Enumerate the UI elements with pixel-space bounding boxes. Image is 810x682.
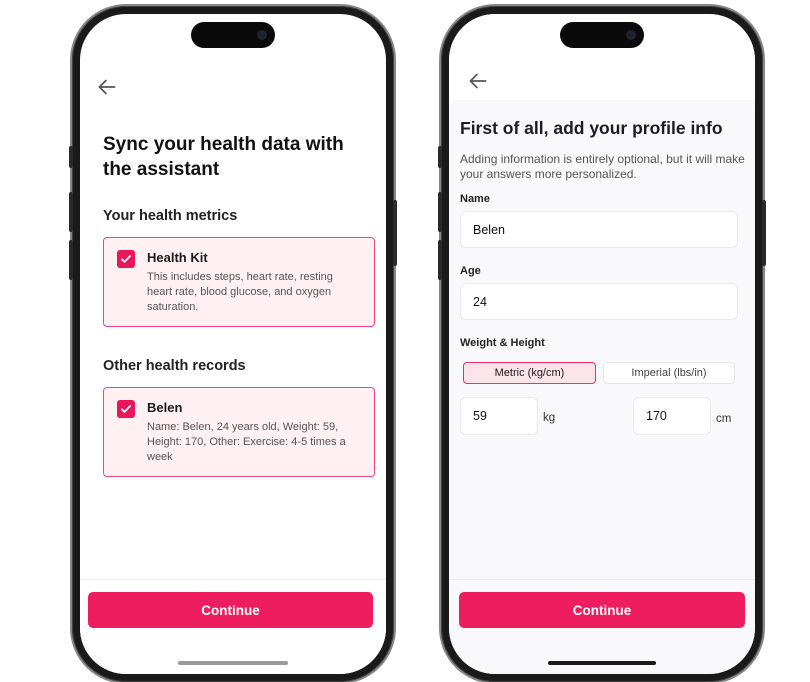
health-record-card[interactable]: Belen Name: Belen, 24 years old, Weight:… bbox=[103, 387, 375, 477]
screen-profile-info: First of all, add your profile info Addi… bbox=[449, 14, 755, 674]
health-record-description: Name: Belen, 24 years old, Weight: 59, H… bbox=[147, 421, 346, 463]
phone-button-power bbox=[762, 200, 766, 266]
phone-button-volume-up bbox=[69, 192, 73, 232]
unit-toggle-imperial[interactable]: Imperial (lbs/in) bbox=[603, 362, 735, 384]
phone-button-volume-up bbox=[438, 192, 442, 232]
weight-field[interactable]: 59 bbox=[460, 397, 538, 435]
phone-button-volume-down bbox=[438, 240, 442, 280]
name-label: Name bbox=[460, 193, 490, 205]
health-record-checkbox[interactable] bbox=[117, 400, 135, 418]
health-kit-description: This includes steps, heart rate, resting… bbox=[147, 271, 333, 313]
section-title-health-metrics: Your health metrics bbox=[103, 208, 238, 224]
phone-button-power bbox=[393, 200, 397, 266]
unit-toggle-metric[interactable]: Metric (kg/cm) bbox=[463, 362, 596, 384]
bottom-bar: Continue bbox=[449, 579, 755, 674]
screen-sync-health: Sync your health data with the assistant… bbox=[80, 14, 386, 674]
camera-icon bbox=[257, 30, 267, 40]
camera-icon bbox=[626, 30, 636, 40]
continue-button[interactable]: Continue bbox=[88, 592, 373, 628]
name-field[interactable]: Belen bbox=[460, 211, 738, 248]
phone-button-volume-down bbox=[69, 240, 73, 280]
health-record-title: Belen bbox=[147, 400, 183, 415]
health-kit-title: Health Kit bbox=[147, 250, 208, 265]
phone-button-mute bbox=[69, 146, 73, 168]
section-title-other-records: Other health records bbox=[103, 358, 246, 374]
bottom-bar: Continue bbox=[80, 579, 386, 674]
age-field[interactable]: 24 bbox=[460, 283, 738, 320]
weight-height-label: Weight & Height bbox=[460, 337, 545, 349]
weight-unit-label: kg bbox=[543, 412, 556, 424]
phone-frame-right: First of all, add your profile info Addi… bbox=[438, 6, 766, 682]
back-arrow-icon[interactable] bbox=[465, 68, 491, 94]
age-label: Age bbox=[460, 265, 481, 277]
phone-frame-left: Sync your health data with the assistant… bbox=[69, 6, 397, 682]
height-unit-label: cm bbox=[716, 413, 732, 425]
height-field[interactable]: 170 bbox=[633, 397, 711, 435]
health-kit-card[interactable]: Health Kit This includes steps, heart ra… bbox=[103, 237, 375, 327]
home-indicator[interactable] bbox=[548, 661, 656, 665]
page-subtitle: Adding information is entirely optional,… bbox=[460, 152, 745, 181]
dynamic-island bbox=[560, 22, 644, 48]
checkmark-icon bbox=[121, 405, 131, 413]
health-kit-checkbox[interactable] bbox=[117, 250, 135, 268]
back-arrow-icon[interactable] bbox=[94, 74, 120, 100]
page-title: Sync your health data with the assistant bbox=[103, 134, 344, 180]
page-title: First of all, add your profile info bbox=[460, 118, 723, 138]
phone-button-mute bbox=[438, 146, 442, 168]
dynamic-island bbox=[191, 22, 275, 48]
checkmark-icon bbox=[121, 255, 131, 263]
continue-button[interactable]: Continue bbox=[459, 592, 745, 628]
home-indicator[interactable] bbox=[178, 661, 288, 665]
